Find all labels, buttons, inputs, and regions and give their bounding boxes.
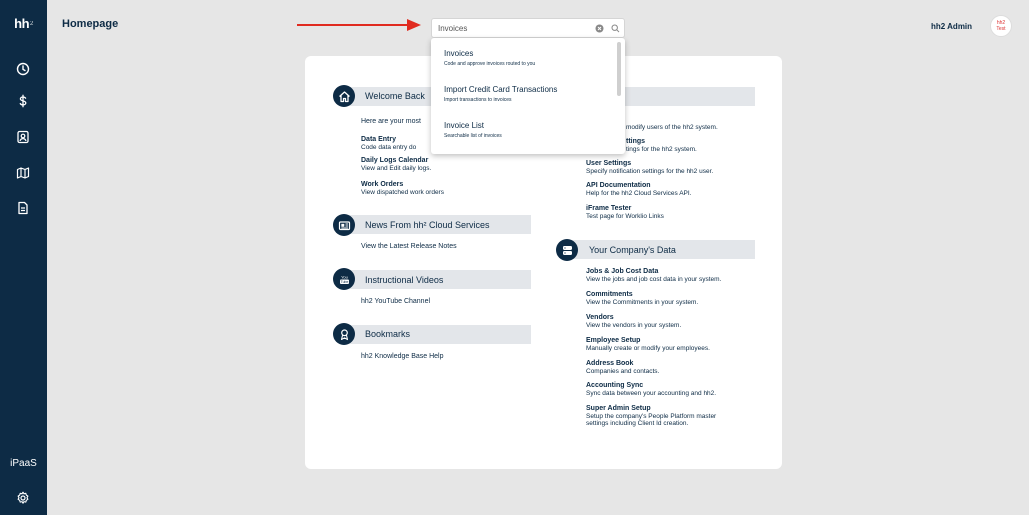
jobs-link[interactable]: Jobs & Job Cost Data: [586, 268, 658, 275]
youtube-icon: You Tube: [333, 268, 355, 290]
super-admin-setup-desc-2: settings including Client Id creation.: [586, 420, 689, 427]
logo-text: hh: [14, 16, 30, 31]
employee-setup-desc: Manually create or modify your employees…: [586, 345, 710, 352]
work-orders-link[interactable]: Work Orders: [361, 181, 403, 188]
result-import-credit-card[interactable]: Import Credit Card Transactions Import t…: [444, 85, 557, 103]
system-settings-desc: tings for the hh2 system.: [626, 146, 697, 153]
system-settings-link[interactable]: ttings: [626, 138, 645, 145]
api-documentation-desc: Help for the hh2 Cloud Services API.: [586, 190, 692, 197]
dropdown-scrollbar[interactable]: [617, 42, 621, 96]
svg-text:You: You: [341, 274, 348, 279]
work-orders-desc: View dispatched work orders: [361, 189, 444, 196]
super-admin-setup-link[interactable]: Super Admin Setup: [586, 405, 651, 412]
welcome-intro: Here are your most: [361, 118, 421, 125]
accounting-sync-link[interactable]: Accounting Sync: [586, 382, 643, 389]
result-subtitle: Searchable list of invoices: [444, 133, 502, 139]
search-results-dropdown: Invoices Code and approve invoices route…: [431, 38, 625, 154]
dollar-icon[interactable]: [12, 90, 34, 112]
sidebar: hh 2 iPaaS: [0, 0, 47, 515]
admin-user-name[interactable]: hh2 Admin: [931, 22, 972, 31]
daily-logs-desc: View and Edit daily logs.: [361, 165, 432, 172]
avatar[interactable]: hh2 Test: [990, 15, 1012, 37]
search-input[interactable]: [438, 22, 578, 35]
settings-gear-icon[interactable]: [12, 487, 34, 509]
release-notes-link[interactable]: View the Latest Release Notes: [361, 243, 457, 250]
users-desc: modify users of the hh2 system.: [626, 124, 718, 131]
map-icon[interactable]: [12, 162, 34, 184]
accounting-sync-desc: Sync data between your accounting and hh…: [586, 390, 717, 397]
newspaper-icon: [333, 214, 355, 236]
red-pointer-arrow: [297, 19, 421, 31]
news-title: News From hh² Cloud Services: [365, 220, 490, 230]
result-invoices[interactable]: Invoices Code and approve invoices route…: [444, 49, 535, 67]
document-icon[interactable]: [12, 197, 34, 219]
commitments-desc: View the Commitments in your system.: [586, 299, 699, 306]
jobs-desc: View the jobs and job cost data in your …: [586, 276, 722, 283]
company-title: Your Company's Data: [589, 245, 676, 255]
search-icon[interactable]: [611, 24, 620, 33]
home-icon: [333, 85, 355, 107]
global-search-box[interactable]: [431, 18, 625, 38]
employee-setup-link[interactable]: Employee Setup: [586, 337, 640, 344]
avatar-line-2: Test: [996, 26, 1006, 32]
svg-text:Tube: Tube: [340, 280, 348, 284]
user-settings-link[interactable]: User Settings: [586, 160, 631, 167]
result-invoice-list[interactable]: Invoice List Searchable list of invoices: [444, 121, 502, 139]
address-book-desc: Companies and contacts.: [586, 368, 660, 375]
youtube-channel-link[interactable]: hh2 YouTube Channel: [361, 298, 430, 305]
daily-logs-link[interactable]: Daily Logs Calendar: [361, 157, 428, 164]
welcome-title: Welcome Back: [365, 91, 425, 101]
knowledge-base-link[interactable]: hh2 Knowledge Base Help: [361, 353, 444, 360]
logo-sup: 2: [30, 20, 33, 27]
hh2-logo[interactable]: hh 2: [0, 0, 47, 47]
data-entry-link[interactable]: Data Entry: [361, 136, 396, 143]
commitments-link[interactable]: Commitments: [586, 291, 633, 298]
iframe-tester-link[interactable]: iFrame Tester: [586, 205, 631, 212]
ipaas-link[interactable]: iPaaS: [0, 458, 47, 469]
clock-icon[interactable]: [12, 58, 34, 80]
contact-card-icon[interactable]: [12, 126, 34, 148]
api-documentation-link[interactable]: API Documentation: [586, 182, 651, 189]
database-icon: [556, 239, 578, 261]
result-title: Invoices: [444, 49, 474, 58]
iframe-tester-desc: Test page for Worklio Links: [586, 213, 664, 220]
user-settings-desc: Specify notification settings for the hh…: [586, 168, 714, 175]
result-subtitle: Code and approve invoices routed to you: [444, 61, 536, 67]
videos-title: Instructional Videos: [365, 275, 444, 285]
bookmarks-title: Bookmarks: [365, 329, 411, 339]
data-entry-desc: Code data entry do: [361, 144, 417, 151]
vendors-link[interactable]: Vendors: [586, 314, 614, 321]
result-subtitle: Import transactions to invoices: [444, 97, 512, 103]
address-book-link[interactable]: Address Book: [586, 360, 633, 367]
result-title: Invoice List: [444, 121, 485, 130]
clear-search-icon[interactable]: [595, 24, 604, 33]
super-admin-setup-desc: Setup the company's People Platform mast…: [586, 413, 717, 420]
page-title: Homepage: [62, 18, 119, 30]
result-title: Import Credit Card Transactions: [444, 85, 558, 94]
vendors-desc: View the vendors in your system.: [586, 322, 682, 329]
bookmark-ribbon-icon: [333, 323, 355, 345]
